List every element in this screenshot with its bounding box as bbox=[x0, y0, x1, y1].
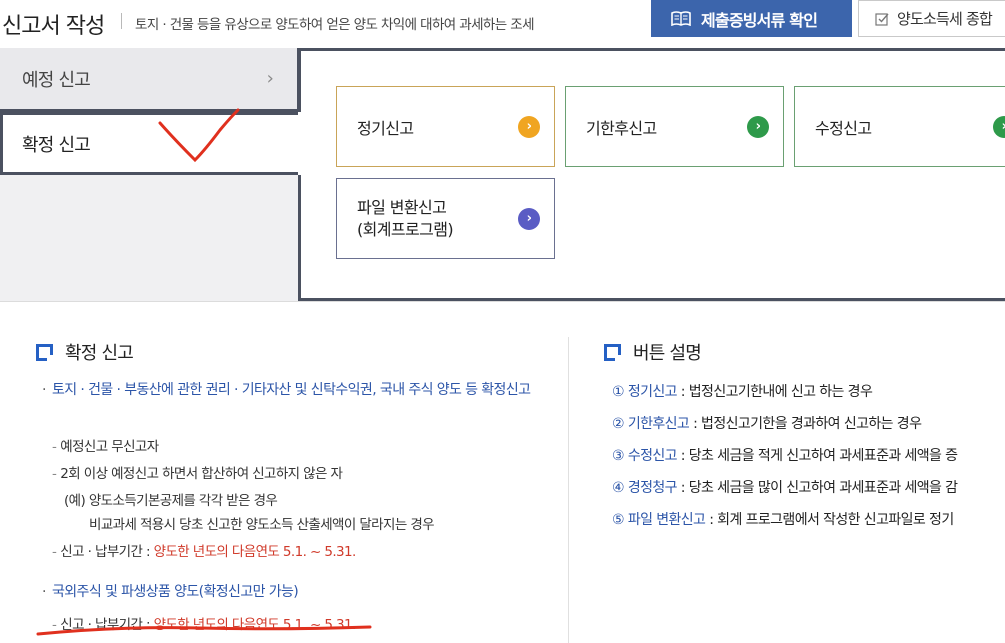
final-item1-period-label: 신고 · 납부기간 : bbox=[60, 544, 150, 560]
final-item1-example2: 비교과세 적용시 당초 신고한 양도소득 산출세액이 달라지는 경우 bbox=[89, 517, 435, 533]
tab-final-label: 확정 신고 bbox=[22, 134, 91, 156]
regular-report-label: 정기신고 bbox=[357, 118, 414, 138]
bullet-dot: · bbox=[42, 584, 46, 600]
amend-report-button[interactable]: 수정신고 › bbox=[794, 86, 1005, 167]
amend-report-label: 수정신고 bbox=[815, 118, 872, 138]
tab-preliminary-report[interactable]: 예정 신고 › bbox=[0, 48, 300, 112]
summary-button[interactable]: 양도소득세 종합 bbox=[858, 0, 1005, 37]
button-desc-term: 기한후신고 bbox=[627, 416, 690, 432]
button-desc-num: ⑤ bbox=[612, 512, 625, 528]
regular-report-button[interactable]: 정기신고 › bbox=[336, 86, 555, 167]
button-desc-text: : 회계 프로그램에서 작성한 신고파일로 정기 bbox=[705, 512, 954, 528]
final-item1-sub1: - 예정신고 무신고자 bbox=[52, 435, 159, 455]
final-item1-sub2-text: 2회 이상 예정신고 하면서 합산하여 신고하지 않은 자 bbox=[60, 466, 343, 482]
book-icon bbox=[671, 11, 691, 26]
title-divider bbox=[121, 13, 122, 29]
final-item1-title: · 토지 · 건물 · 부동산에 관한 권리 · 기타자산 및 신탁수익권, 국… bbox=[42, 379, 532, 401]
button-desc-item: ④ 경정청구 : 당초 세금을 많이 신고하여 과세표준과 세액을 감 bbox=[612, 477, 958, 497]
button-desc-num: ② bbox=[612, 416, 625, 432]
final-item2-title: · 국외주식 및 파생상품 양도(확정신고만 가능) bbox=[42, 581, 532, 603]
button-desc-item: ② 기한후신고 : 법정신고기한을 경과하여 신고하는 경우 bbox=[612, 413, 922, 433]
final-item1-example1: (예) 양도소득기본공제를 각각 받은 경우 bbox=[64, 493, 278, 509]
button-desc-term: 경정청구 bbox=[627, 480, 678, 496]
evidence-button-label: 제출증빙서류 확인 bbox=[701, 10, 818, 30]
final-item2-period: - 신고 · 납부기간 : 양도한 년도의 다음연도 5.1. ~ 5.31. bbox=[52, 613, 356, 633]
checkbox-icon bbox=[875, 12, 889, 26]
final-item1-period-value: 양도한 년도의 다음연도 5.1. ~ 5.31. bbox=[153, 544, 357, 560]
button-desc-term: 파일 변환신고 bbox=[627, 512, 706, 528]
button-desc-num: ④ bbox=[612, 480, 625, 496]
evidence-documents-button[interactable]: 제출증빙서류 확인 bbox=[651, 0, 852, 37]
final-section-heading: 확정 신고 bbox=[36, 339, 134, 365]
square-bullet-icon bbox=[36, 343, 55, 363]
button-desc-num: ① bbox=[612, 384, 625, 400]
final-item1-sub2: -2회 이상 예정신고 하면서 합산하여 신고하지 않은 자 bbox=[52, 462, 343, 482]
final-item2-period-value: 양도한 년도의 다음연도 5.1. ~ 5.31. bbox=[153, 617, 357, 633]
final-item1-sub1-text: 예정신고 무신고자 bbox=[60, 439, 159, 455]
file-convert-report-button[interactable]: 파일 변환신고 (회계프로그램) › bbox=[336, 178, 555, 259]
dash-marker: - bbox=[52, 439, 57, 455]
final-item2-period-label: 신고 · 납부기간 : bbox=[60, 617, 150, 633]
button-desc-term: 정기신고 bbox=[627, 384, 678, 400]
button-desc-item: ① 정기신고 : 법정신고기한내에 신고 하는 경우 bbox=[612, 381, 873, 401]
arrow-right-icon: › bbox=[518, 115, 540, 138]
arrow-right-icon: › bbox=[747, 115, 769, 138]
dash-marker: - bbox=[52, 466, 57, 482]
button-desc-item: ③ 수정신고 : 당초 세금을 적게 신고하여 과세표준과 세액을 증 bbox=[612, 445, 958, 465]
final-item1-period: - 신고 · 납부기간 : 양도한 년도의 다음연도 5.1. ~ 5.31. bbox=[52, 540, 356, 560]
button-desc-item: ⑤ 파일 변환신고 : 회계 프로그램에서 작성한 신고파일로 정기 bbox=[612, 509, 954, 529]
bullet-dot: · bbox=[42, 382, 46, 398]
dash-marker: - bbox=[52, 544, 57, 560]
final-section-title: 확정 신고 bbox=[65, 343, 134, 364]
tab-preliminary-label: 예정 신고 bbox=[22, 69, 91, 91]
header: 신고서 작성 토지 · 건물 등을 유상으로 양도하여 얻은 양도 차익에 대하… bbox=[0, 0, 1005, 48]
button-desc-text: : 법정신고기한내에 신고 하는 경우 bbox=[676, 384, 873, 400]
final-item2-title-text: 국외주식 및 파생상품 양도(확정신고만 가능) bbox=[52, 584, 299, 600]
square-bullet-icon bbox=[604, 343, 623, 363]
chevron-right-icon: › bbox=[266, 68, 274, 89]
button-desc-text: : 법정신고기한을 경과하여 신고하는 경우 bbox=[689, 416, 922, 432]
final-item1-title-text: 토지 · 건물 · 부동산에 관한 권리 · 기타자산 및 신탁수익권, 국내 … bbox=[52, 382, 531, 398]
buttons-section-heading: 버튼 설명 bbox=[604, 339, 702, 365]
file-convert-label: 파일 변환신고 (회계프로그램) bbox=[357, 197, 454, 239]
buttons-section-title: 버튼 설명 bbox=[633, 343, 702, 364]
dash-marker: - bbox=[52, 617, 57, 633]
button-desc-term: 수정신고 bbox=[627, 448, 678, 464]
button-desc-text: : 당초 세금을 많이 신고하여 과세표준과 세액을 감 bbox=[676, 480, 958, 496]
tab-final-report[interactable]: 확정 신고 bbox=[0, 112, 300, 175]
late-report-label: 기한후신고 bbox=[586, 118, 657, 138]
late-report-button[interactable]: 기한후신고 › bbox=[565, 86, 784, 167]
button-desc-num: ③ bbox=[612, 448, 625, 464]
panel-tab-joint bbox=[298, 112, 301, 175]
arrow-right-icon: › bbox=[993, 115, 1005, 138]
arrow-right-icon: › bbox=[518, 207, 540, 230]
page-description: 토지 · 건물 등을 유상으로 양도하여 얻은 양도 차익에 대하여 과세하는 … bbox=[135, 17, 535, 33]
page-title: 신고서 작성 bbox=[2, 14, 105, 39]
column-divider bbox=[568, 337, 569, 643]
button-desc-text: : 당초 세금을 적게 신고하여 과세표준과 세액을 증 bbox=[676, 448, 958, 464]
summary-button-label: 양도소득세 종합 bbox=[897, 10, 993, 28]
